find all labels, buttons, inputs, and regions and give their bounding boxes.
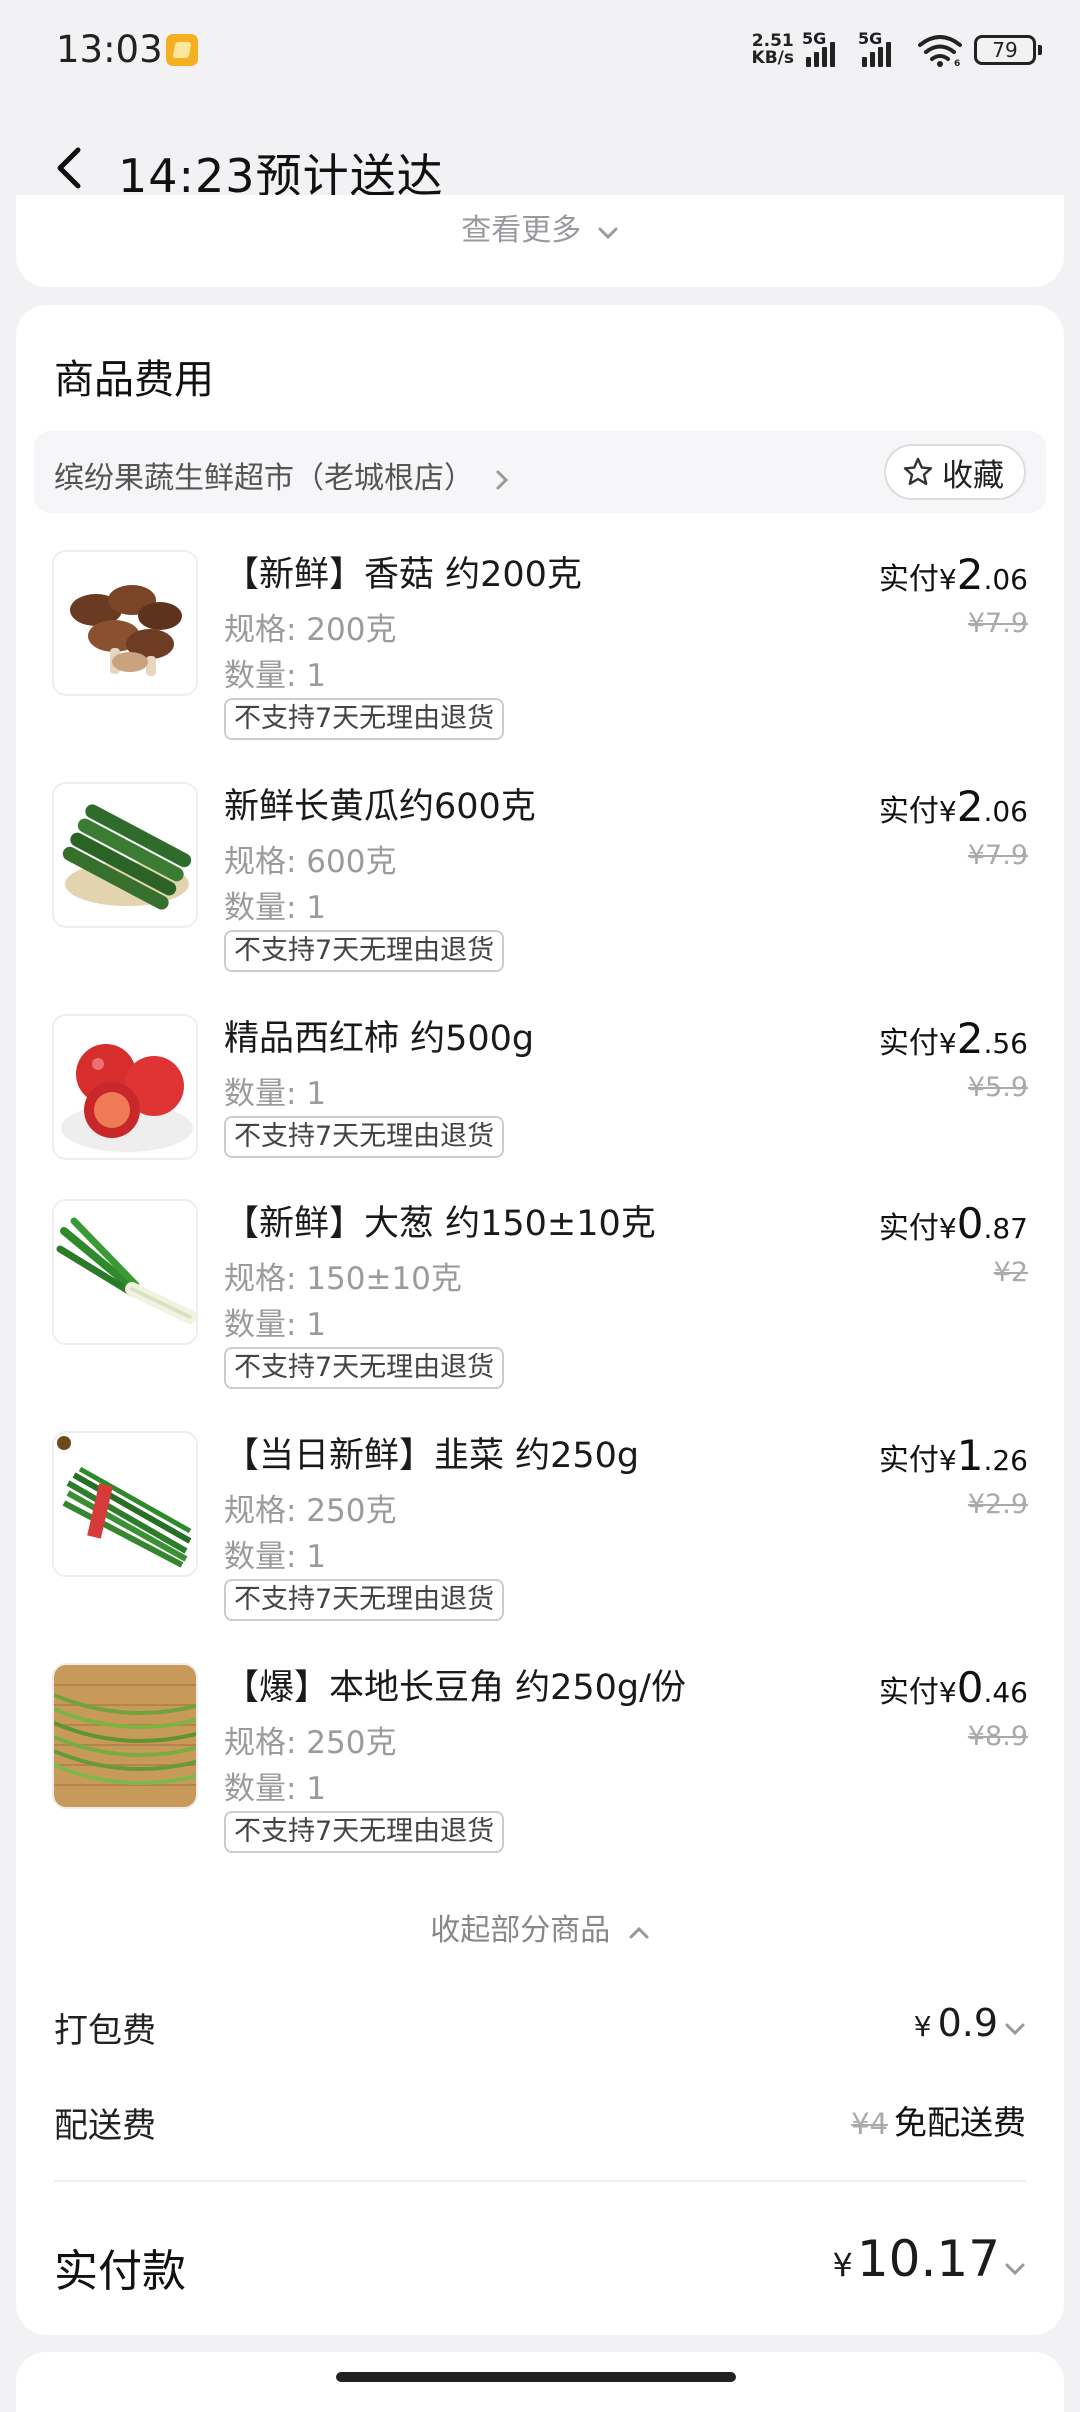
product-spec: 规格: 200克: [224, 612, 397, 648]
back-arrow-icon[interactable]: [52, 146, 88, 190]
mushroom-image: [54, 552, 196, 694]
product-name: 【新鲜】大葱 约150±10克: [224, 1204, 656, 1244]
chevron-up-icon: [629, 1926, 649, 1939]
product-quantity: 数量: 1: [224, 1539, 327, 1575]
paid-price: 实付¥1.26: [878, 1431, 1028, 1480]
product-image[interactable]: [52, 1431, 198, 1577]
product-name: 【新鲜】香菇 约200克: [224, 555, 582, 595]
chevron-down-icon: [1005, 2263, 1025, 2276]
divider: [54, 2180, 1026, 2182]
chives-image: [54, 1433, 196, 1575]
status-icons: 2.51 KB/s 5G 5G 6 79: [751, 29, 1042, 70]
free-delivery-label: 免配送费: [894, 2103, 1026, 2142]
status-time: 13:03: [56, 28, 163, 71]
no-return-tag: 不支持7天无理由退货: [224, 698, 505, 740]
chevron-right-icon: [496, 470, 508, 489]
chevron-down-icon: [598, 227, 618, 240]
total-label: 实付款: [54, 2246, 186, 2297]
store-link[interactable]: 缤纷果蔬生鲜超市（老城根店）: [54, 453, 514, 497]
original-price: ¥2: [993, 1257, 1028, 1288]
collapse-items-button[interactable]: 收起部分商品: [16, 1905, 1064, 1949]
battery-icon: 79: [974, 35, 1042, 65]
product-image[interactable]: [52, 1663, 198, 1809]
svg-text:6: 6: [954, 59, 960, 67]
product-name: 【当日新鲜】韭菜 约250g: [224, 1436, 640, 1476]
product-quantity: 数量: 1: [224, 1076, 327, 1112]
paid-price: 实付¥0.46: [878, 1663, 1028, 1712]
delivery-fee-value: ¥4 免配送费: [851, 2096, 1026, 2144]
section-title: 商品费用: [54, 357, 214, 403]
product-name: 【爆】本地长豆角 约250g/份: [224, 1668, 686, 1708]
paid-price: 实付¥2.06: [878, 782, 1028, 831]
no-return-tag: 不支持7天无理由退货: [224, 930, 505, 972]
packing-fee-row[interactable]: 打包费 ¥0.9: [54, 1995, 1026, 2055]
wifi-icon: 6: [918, 35, 962, 67]
status-bar: 13:03 2.51 KB/s 5G 5G 6 79: [0, 0, 1080, 100]
scallion-image: [54, 1201, 196, 1343]
no-return-tag: 不支持7天无理由退货: [224, 1347, 505, 1389]
delivery-fee-original: ¥4: [851, 2107, 888, 2141]
product-image[interactable]: [52, 1014, 198, 1160]
tomato-image: [54, 1016, 196, 1158]
packing-fee-value: ¥0.9: [914, 2001, 1026, 2045]
no-return-tag: 不支持7天无理由退货: [224, 1116, 505, 1158]
long-bean-image: [54, 1665, 196, 1807]
product-fees-card: 商品费用 缤纷果蔬生鲜超市（老城根店） 收藏 【新鲜】香菇 约200克 规格: …: [16, 305, 1064, 2335]
cellular-signal-icon: 5G: [858, 29, 906, 67]
total-amount[interactable]: ¥10.17: [833, 2230, 1027, 2288]
product-spec: 规格: 250克: [224, 1725, 397, 1761]
original-price: ¥8.9: [967, 1721, 1028, 1752]
product-spec: 规格: 150±10克: [224, 1261, 462, 1297]
product-image[interactable]: [52, 550, 198, 696]
brand-logo-icon: [57, 1436, 71, 1450]
original-price: ¥7.9: [967, 608, 1028, 639]
paid-price: 实付¥2.56: [878, 1014, 1028, 1063]
delivery-fee-row: 配送费 ¥4 免配送费: [54, 2090, 1026, 2150]
home-indicator[interactable]: [336, 2372, 736, 2382]
chevron-down-icon: [1005, 2023, 1025, 2036]
no-return-tag: 不支持7天无理由退货: [224, 1579, 505, 1621]
packing-fee-label: 打包费: [54, 2011, 156, 2051]
product-image[interactable]: [52, 782, 198, 928]
paid-price: 实付¥2.06: [878, 550, 1028, 599]
order-info-card: 查看更多: [16, 195, 1064, 287]
paid-price: 实付¥0.87: [878, 1199, 1028, 1248]
delivery-fee-label: 配送费: [54, 2106, 156, 2146]
original-price: ¥2.9: [967, 1489, 1028, 1520]
original-price: ¥5.9: [967, 1072, 1028, 1103]
no-return-tag: 不支持7天无理由退货: [224, 1811, 505, 1853]
product-name: 精品西红柿 约500g: [224, 1019, 535, 1059]
product-quantity: 数量: 1: [224, 658, 327, 694]
star-icon: [903, 457, 933, 485]
product-quantity: 数量: 1: [224, 1307, 327, 1343]
notification-app-icon: [166, 34, 198, 66]
net-speed: 2.51 KB/s: [751, 31, 794, 68]
favorite-button[interactable]: 收藏: [884, 444, 1026, 500]
next-card: [16, 2352, 1064, 2412]
product-spec: 规格: 600克: [224, 844, 397, 880]
see-more-link[interactable]: 查看更多: [16, 205, 1064, 249]
product-quantity: 数量: 1: [224, 890, 327, 926]
product-quantity: 数量: 1: [224, 1771, 327, 1807]
product-name: 新鲜长黄瓜约600克: [224, 787, 536, 827]
cellular-signal-icon: 5G: [802, 29, 850, 67]
store-row[interactable]: 缤纷果蔬生鲜超市（老城根店） 收藏: [34, 431, 1046, 513]
cucumber-image: [54, 784, 196, 926]
product-image[interactable]: [52, 1199, 198, 1345]
original-price: ¥7.9: [967, 840, 1028, 871]
product-spec: 规格: 250克: [224, 1493, 397, 1529]
